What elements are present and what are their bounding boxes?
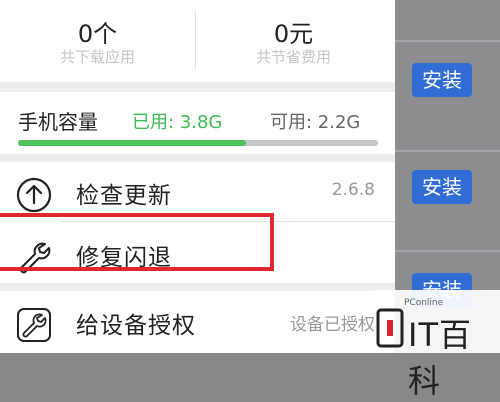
menu-item-label: 检查更新: [76, 183, 172, 209]
menu-item-label: 给设备授权: [76, 313, 196, 339]
side-panel: 0个 共下载应用 0元 共节省费用 手机容量 已用: 3.8G 可用: 2.2G…: [0, 0, 395, 353]
menu-item-authorize-device[interactable]: 给设备授权 设备已授权: [0, 292, 395, 352]
pconline-logo-icon: [376, 308, 404, 348]
upload-icon: [16, 177, 52, 213]
stat-savings: 0元 共节省费用: [196, 0, 391, 80]
storage-row: 手机容量 已用: 3.8G 可用: 2.2G: [0, 100, 395, 136]
storage-bar-fill: [18, 140, 246, 146]
version-value: 2.6.8: [331, 180, 375, 200]
watermark: PConline IT百科: [374, 290, 500, 400]
stat-label: 共节省费用: [255, 48, 331, 66]
bg-divider: [395, 40, 500, 42]
section-divider: [0, 283, 395, 291]
storage-title: 手机容量: [18, 110, 98, 134]
authorization-status: 设备已授权: [290, 315, 375, 335]
install-button[interactable]: 安装: [412, 170, 472, 204]
watermark-small-text: PConline: [404, 298, 444, 308]
storage-bar: [18, 140, 378, 146]
stat-value: 0个: [77, 20, 118, 48]
wrench-icon: [17, 308, 51, 342]
stat-label: 共下载应用: [59, 48, 135, 66]
stat-downloads: 0个 共下载应用: [0, 0, 195, 80]
section-divider: [0, 82, 395, 92]
highlight-box: [0, 213, 274, 271]
watermark-text: IT百科: [408, 316, 472, 400]
section-divider: [0, 154, 395, 162]
storage-available: 可用: 2.2G: [270, 112, 361, 133]
stat-value: 0元: [273, 20, 314, 48]
bg-divider: [395, 250, 500, 252]
bg-divider: [395, 150, 500, 152]
install-button[interactable]: 安装: [412, 63, 472, 97]
storage-used: 已用: 3.8G: [132, 112, 223, 133]
